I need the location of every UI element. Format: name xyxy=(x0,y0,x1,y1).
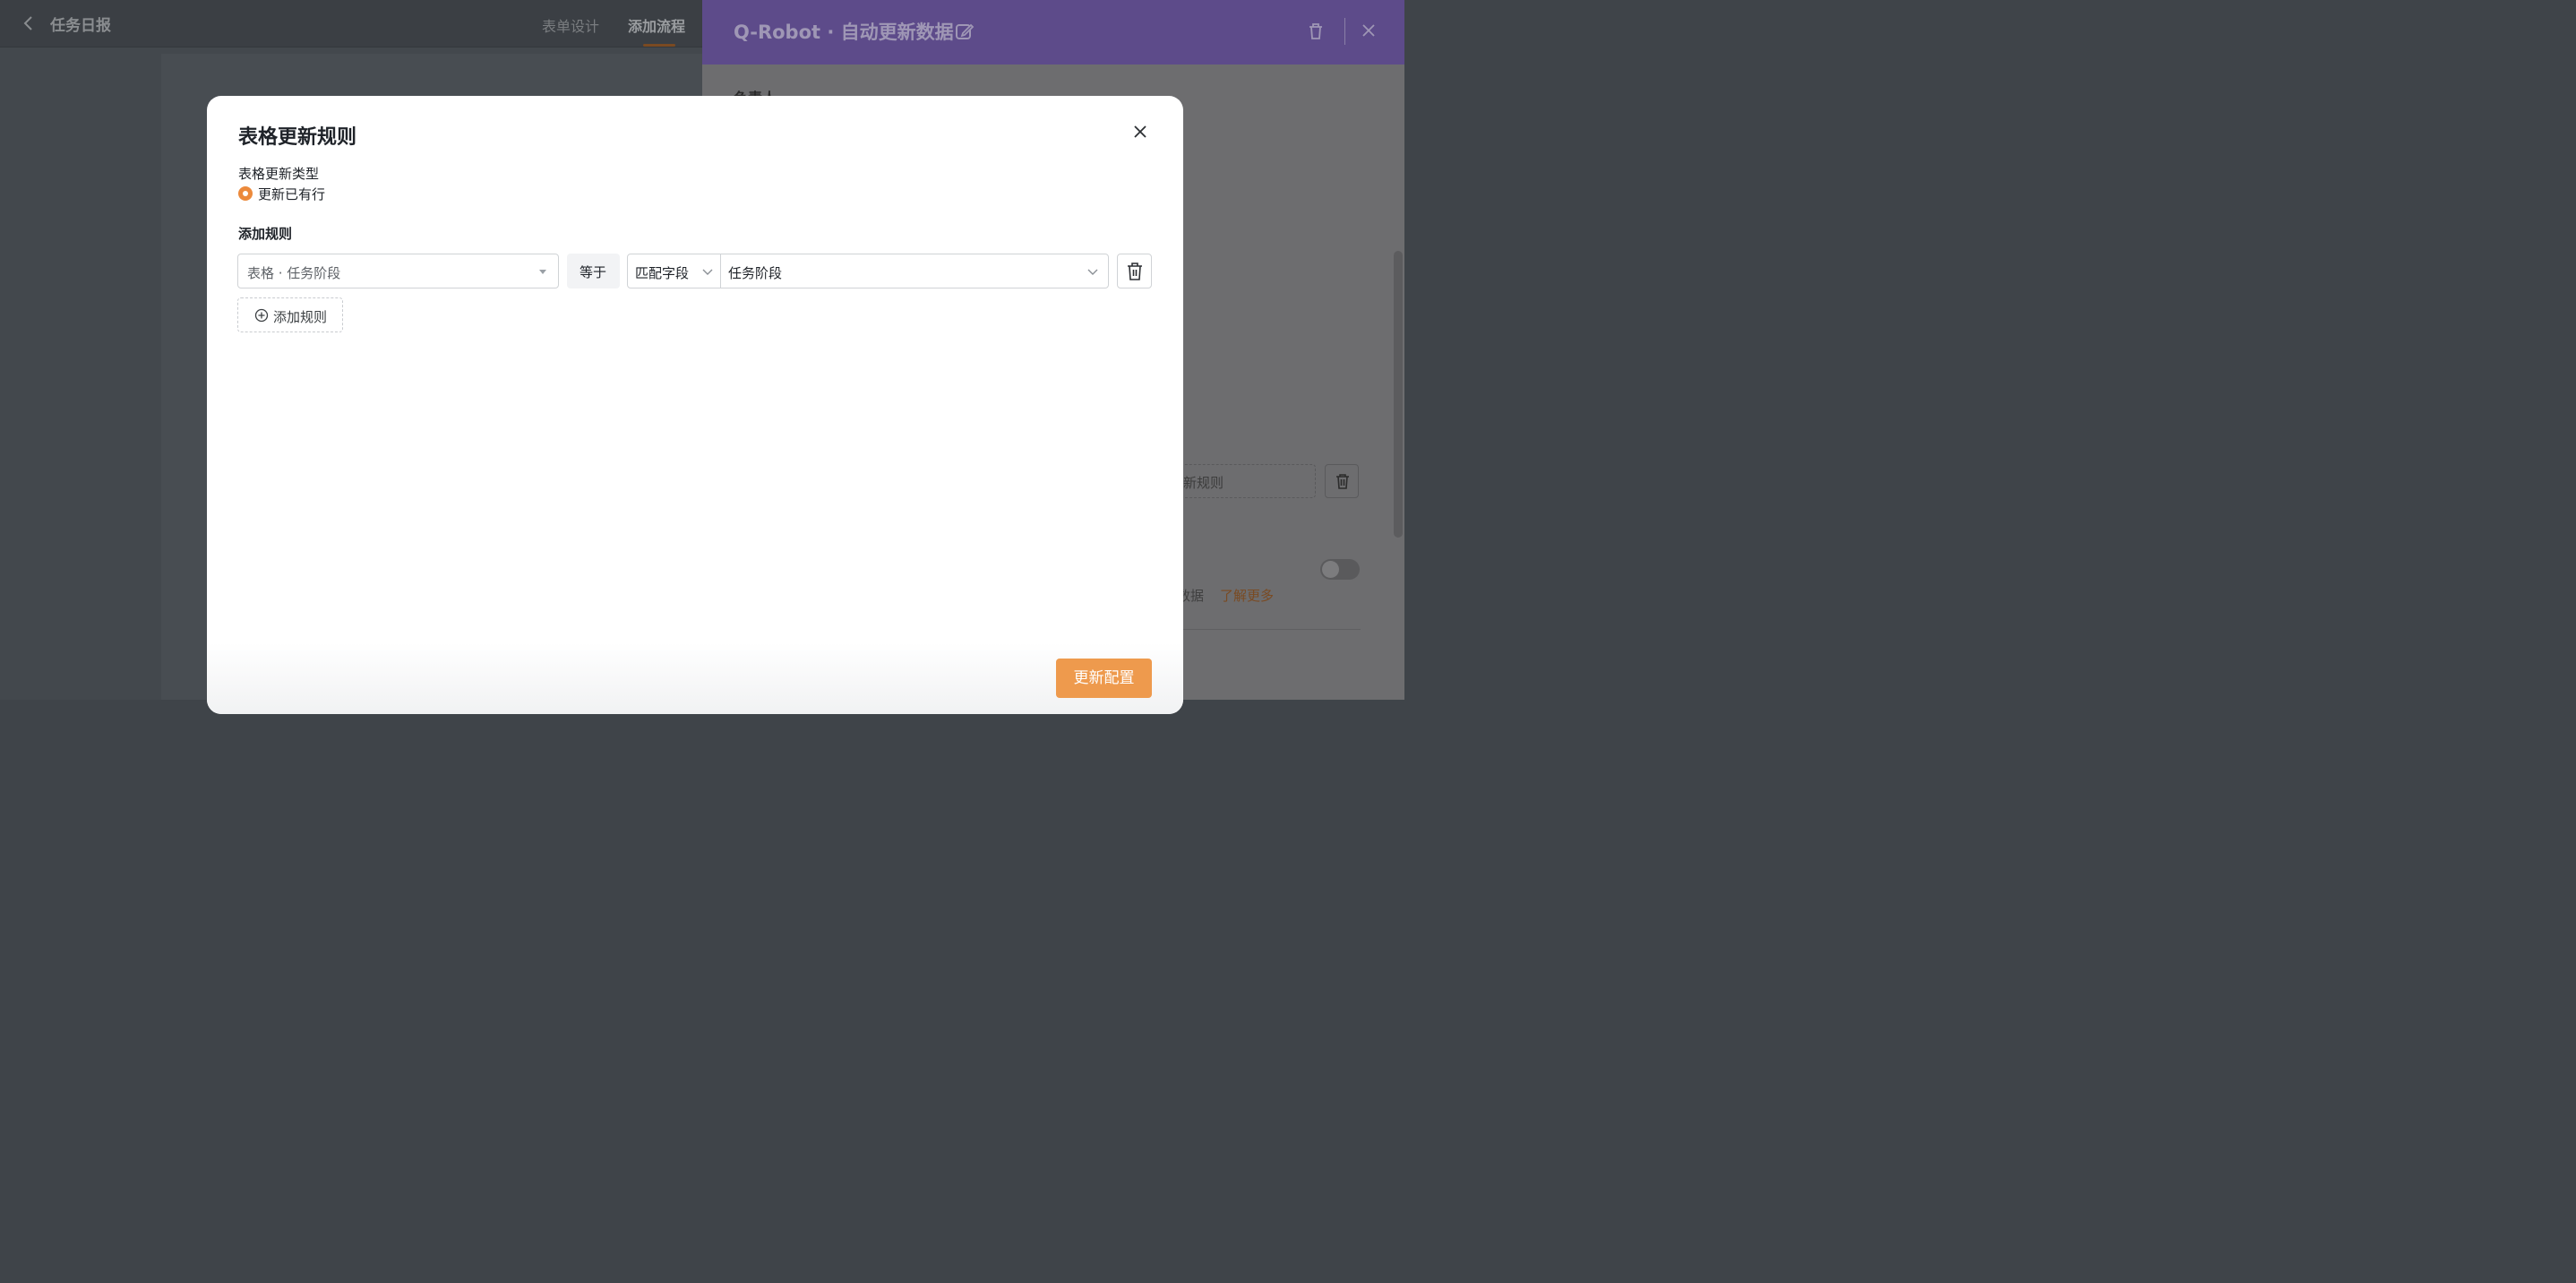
update-rule-text: 新规则 xyxy=(1183,475,1224,491)
trash-icon xyxy=(1128,263,1142,280)
learn-more-link[interactable]: 了解更多 xyxy=(1220,586,1274,605)
dialog-title: 表格更新规则 xyxy=(238,126,357,149)
toggle-knob xyxy=(1322,561,1339,578)
add-rule-label: 添加规则 xyxy=(273,309,328,325)
dialog-footer xyxy=(207,642,1183,714)
match-value-select[interactable]: 任务阶段 xyxy=(720,254,1109,288)
edit-icon[interactable] xyxy=(955,22,975,41)
radio-label[interactable]: 更新已有行 xyxy=(258,185,325,203)
trash-icon xyxy=(1336,474,1349,489)
close-icon[interactable] xyxy=(1360,22,1378,39)
tab-form-design[interactable]: 表单设计 xyxy=(542,14,599,36)
side-panel-header: Q-Robot · 自动更新数据 xyxy=(702,0,1404,65)
add-rule-button[interactable]: 添加规则 xyxy=(237,297,343,332)
rule-delete-button[interactable] xyxy=(1325,464,1359,498)
match-value-text: 任务阶段 xyxy=(728,265,783,281)
delete-rule-button[interactable] xyxy=(1117,254,1152,288)
chevron-down-icon xyxy=(702,269,713,275)
add-rule-section-label: 添加规则 xyxy=(238,226,293,242)
radio-update-existing[interactable] xyxy=(238,186,253,201)
match-type-value: 匹配字段 xyxy=(635,265,690,281)
trash-icon[interactable] xyxy=(1306,22,1326,41)
match-type-select[interactable]: 匹配字段 xyxy=(627,254,721,288)
operator-text: 等于 xyxy=(580,264,607,280)
close-icon[interactable] xyxy=(1129,121,1151,142)
page-title: 任务日报 xyxy=(50,17,111,35)
operator-label: 等于 xyxy=(567,254,620,288)
toggle-switch[interactable] xyxy=(1320,559,1360,580)
table-update-rule-dialog: 表格更新规则 表格更新类型 更新已有行 添加规则 表格 · 任务阶段 等于 匹配… xyxy=(207,96,1183,714)
side-panel-title: Q-Robot · 自动更新数据 xyxy=(734,22,954,43)
update-config-button[interactable]: 更新配置 xyxy=(1056,659,1152,698)
field-select[interactable]: 表格 · 任务阶段 xyxy=(237,254,559,288)
chevron-down-icon xyxy=(1087,269,1098,275)
header-divider xyxy=(1344,18,1345,45)
caret-down-icon xyxy=(539,270,546,274)
back-arrow-icon[interactable] xyxy=(18,13,39,34)
top-bar: 任务日报 表单设计 添加流程 xyxy=(0,0,702,47)
scrollbar[interactable] xyxy=(1394,251,1403,538)
tab-add-flow[interactable]: 添加流程 xyxy=(628,14,685,36)
update-type-label: 表格更新类型 xyxy=(238,166,320,182)
field-select-value: 表格 · 任务阶段 xyxy=(247,265,341,281)
active-tab-indicator xyxy=(643,44,675,47)
plus-circle-icon xyxy=(254,308,269,323)
